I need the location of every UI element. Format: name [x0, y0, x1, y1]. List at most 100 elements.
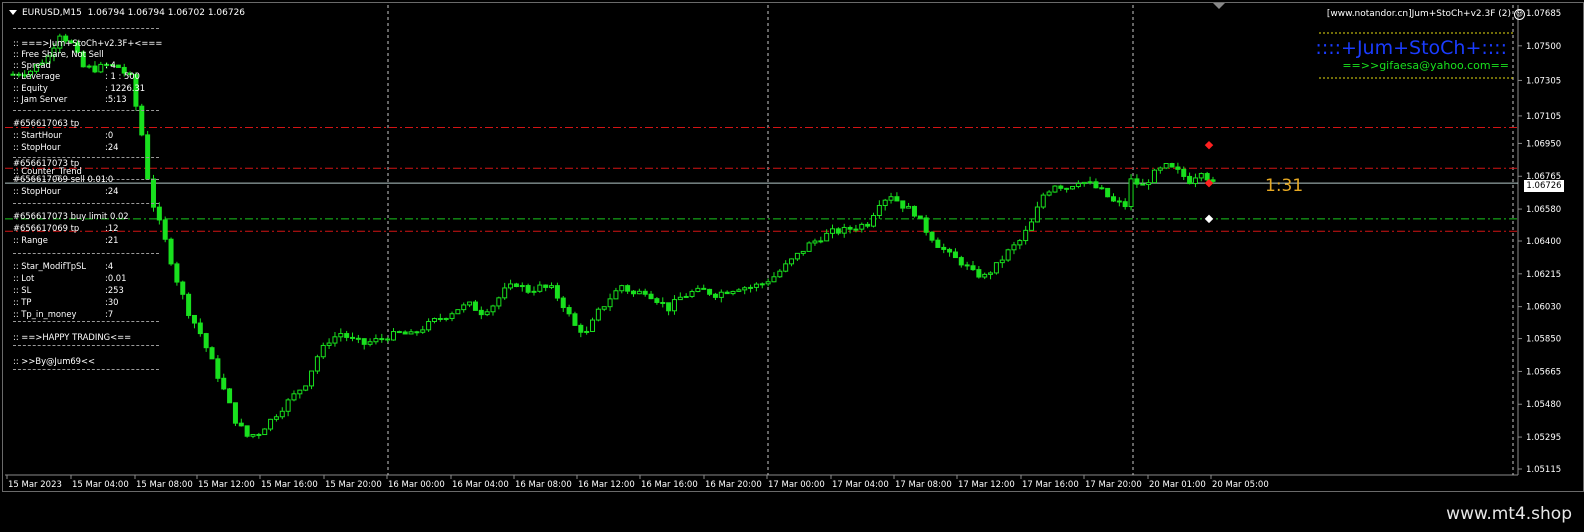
- candle-body: [952, 251, 958, 259]
- candle-body: [1017, 240, 1023, 246]
- candle-body: [1181, 168, 1187, 177]
- chart-shift-marker: [1213, 3, 1225, 9]
- candle-body: [636, 290, 642, 295]
- candle-body: [701, 287, 707, 290]
- candle-body: [794, 252, 800, 260]
- watermark: www.mt4.shop: [1446, 504, 1572, 524]
- symbol-name: EURUSD,M15: [22, 8, 82, 18]
- chart-canvas[interactable]: 1.07685 1.07500 1.07305 1.07105 1.06950 1.067…: [3, 3, 1583, 491]
- candle-body: [806, 242, 812, 252]
- candle-body: [800, 250, 806, 254]
- candle-body: [748, 286, 754, 289]
- candle-body: [531, 290, 537, 293]
- candle-body: [642, 290, 648, 295]
- candle-body: [882, 199, 888, 206]
- candle-body: [982, 273, 988, 278]
- candle-body: [309, 370, 315, 387]
- candle-body: [870, 215, 876, 227]
- panel-row: :: Star_ModifTpSL: [13, 261, 87, 271]
- panel-row: :: Tp_in_money: [13, 309, 77, 319]
- panel-separator: [13, 369, 159, 370]
- candle-body: [906, 205, 912, 209]
- candle-body: [1034, 206, 1040, 223]
- candle-body: [344, 333, 350, 338]
- order-marker: [1204, 140, 1214, 150]
- candle-body: [484, 311, 490, 316]
- candle-body: [730, 290, 736, 295]
- candle-body: [414, 331, 420, 334]
- candle-body: [455, 309, 461, 315]
- candle-body: [285, 399, 291, 412]
- candle-body: [238, 422, 244, 427]
- candle-body: [519, 285, 525, 288]
- candle-body: [543, 284, 549, 288]
- collapse-triangle-icon[interactable]: [9, 10, 17, 15]
- candle-body: [502, 287, 508, 299]
- time-tick-label: 17 Mar 08:00: [895, 480, 952, 490]
- candle-body: [566, 307, 572, 315]
- candle-body: [1029, 221, 1035, 231]
- candle-body: [654, 298, 660, 303]
- panel-row: :: Free Share, Not Sell: [13, 49, 104, 59]
- candle-body: [607, 298, 613, 308]
- price-tick-label: 1.06400: [1526, 237, 1561, 247]
- candle-body: [227, 388, 233, 404]
- terminal-frame: 1.07685 1.07500 1.07305 1.07105 1.06950 1.067…: [0, 0, 1584, 532]
- time-tick-label: 17 Mar 04:00: [832, 480, 889, 490]
- footer-bar: www.mt4.shop: [0, 494, 1584, 532]
- panel-separator: [13, 321, 159, 322]
- candle-body: [777, 270, 783, 278]
- candle-body: [970, 265, 976, 271]
- price-chart[interactable]: 1.07685 1.07500 1.07305 1.07105 1.06950 1.067…: [2, 2, 1584, 492]
- candle-body: [1011, 244, 1017, 251]
- panel-row-value: : 4: [105, 60, 116, 70]
- price-tick-label: 1.07305: [1526, 76, 1561, 86]
- candle-body: [549, 285, 555, 288]
- ea-title[interactable]: [www.notandor.cn]Jum+StoCh+v2.3F (2) ☺: [1327, 9, 1525, 20]
- candle-body: [431, 318, 437, 322]
- panel-row: :: ===>Jum+StoCh+v2.3F+<===: [13, 38, 163, 48]
- panel-row: :: StartHour: [13, 130, 62, 140]
- panel-row: :: Jam Server: [13, 94, 68, 104]
- candle-body: [660, 301, 666, 304]
- candle-body: [525, 285, 531, 293]
- candle-body: [1151, 169, 1157, 184]
- candle-body: [338, 333, 344, 338]
- candle-body: [1187, 175, 1193, 185]
- candle-body: [1204, 173, 1210, 181]
- candle-body: [888, 196, 894, 201]
- candle-body: [613, 290, 619, 300]
- candle-body: [619, 285, 625, 292]
- candle-body: [402, 331, 408, 335]
- candle-body: [390, 331, 396, 341]
- panel-row-value: :24: [105, 142, 119, 152]
- smiley-icon[interactable]: ☺: [1514, 9, 1525, 20]
- candle-body: [1105, 187, 1111, 198]
- candle-body: [595, 308, 601, 321]
- candle-body: [1087, 181, 1093, 184]
- candle-body: [1040, 194, 1046, 208]
- candle-body: [1046, 191, 1052, 196]
- candle-body: [771, 276, 777, 283]
- candle-body: [1163, 163, 1169, 169]
- candle-body: [666, 302, 672, 312]
- candle-body: [1169, 163, 1175, 168]
- candle-body: [1052, 185, 1058, 193]
- time-tick-label: 15 Mar 08:00: [136, 480, 193, 490]
- panel-row-value: :253: [105, 285, 124, 295]
- candle-body: [718, 291, 724, 298]
- time-tick-label: 16 Mar 16:00: [641, 480, 698, 490]
- candle-body: [262, 428, 268, 436]
- panel-row: :: StopHour: [13, 142, 61, 152]
- candle-body: [630, 290, 636, 295]
- time-tick-label: 16 Mar 20:00: [705, 480, 762, 490]
- candle-body: [472, 301, 478, 311]
- time-tick-label: 16 Mar 04:00: [452, 480, 509, 490]
- candle-body: [1175, 166, 1181, 170]
- panel-row: :: Range: [13, 235, 48, 245]
- panel-row-value: :0.01: [105, 273, 127, 283]
- ea-title-text: [www.notandor.cn]Jum+StoCh+v2.3F (2): [1326, 9, 1511, 19]
- price-tick-label: 1.07500: [1526, 42, 1561, 52]
- candle-body: [1192, 177, 1198, 185]
- candle-body: [513, 283, 519, 288]
